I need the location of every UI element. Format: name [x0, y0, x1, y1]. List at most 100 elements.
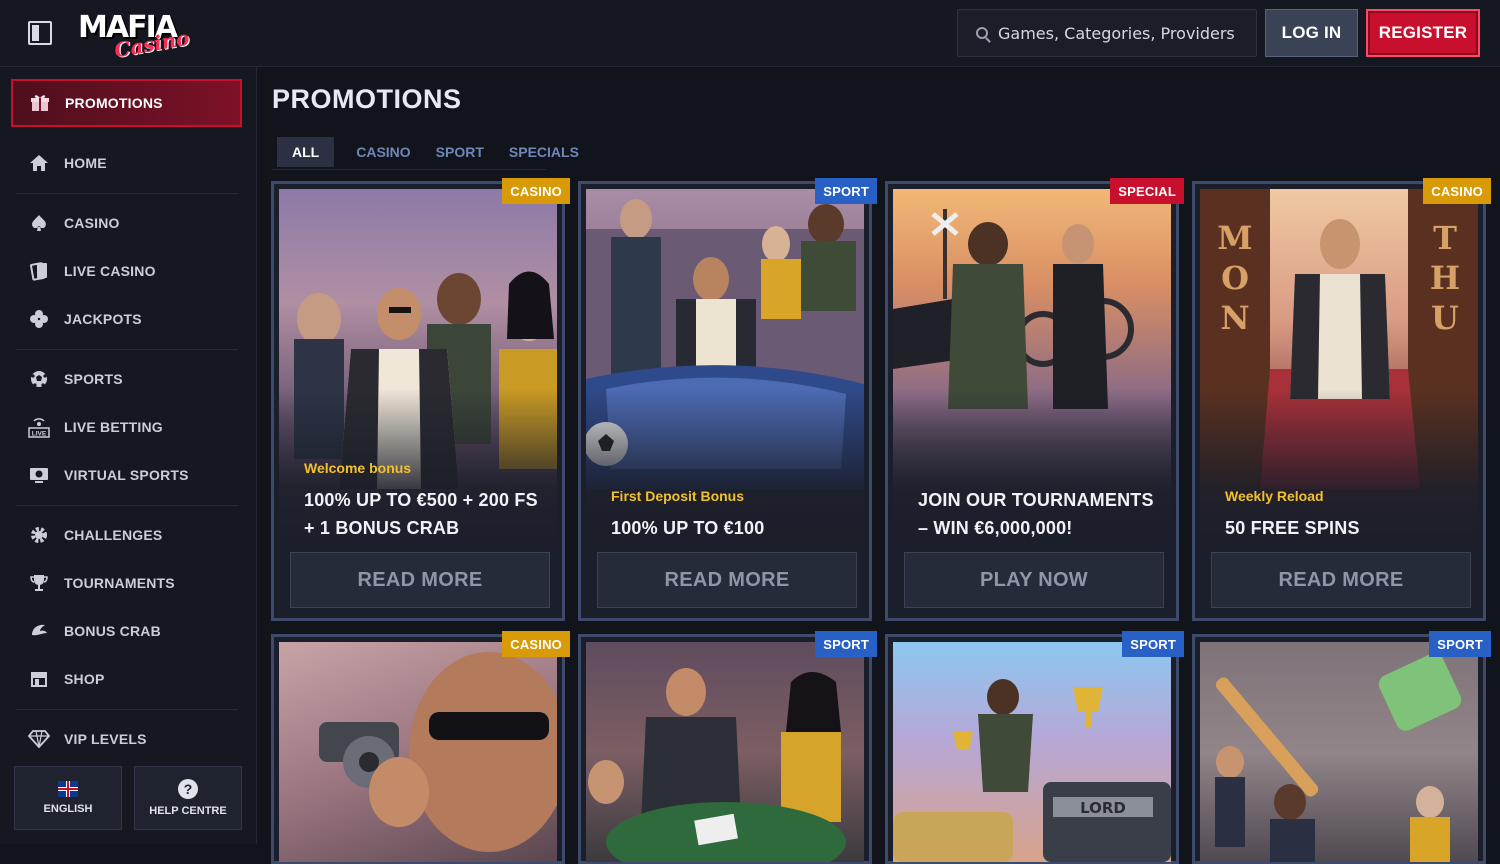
- promo-card[interactable]: M O N T H U CASINO Weekly Reload 50 FREE…: [1192, 178, 1491, 621]
- login-button[interactable]: LOG IN: [1265, 9, 1358, 57]
- sidebar-item-casino[interactable]: CASINO: [28, 211, 120, 235]
- promo-subtitle: Weekly Reload: [1225, 488, 1324, 504]
- promo-subtitle: First Deposit Bonus: [611, 488, 745, 504]
- shop-icon: [28, 668, 50, 690]
- promo-card[interactable]: CASINO Welcome bonus 100% UP TO €500 + 2…: [271, 178, 570, 621]
- football-icon: [28, 368, 50, 390]
- promo-headline: 50 FREE SPINS: [1225, 518, 1360, 538]
- promo-image: [586, 642, 864, 862]
- read-more-button[interactable]: READ MORE: [1211, 552, 1471, 608]
- promo-card[interactable]: CASINO: [271, 631, 570, 864]
- spade-icon: [28, 212, 50, 234]
- read-more-button[interactable]: READ MORE: [290, 552, 550, 608]
- promo-image: [279, 642, 557, 862]
- language-button[interactable]: ENGLISH: [14, 766, 122, 830]
- sidebar-item-promotions[interactable]: PROMOTIONS: [11, 79, 242, 127]
- promo-card[interactable]: LORD SPORT: [885, 631, 1184, 864]
- sidebar: PROMOTIONS HOME CASINO LIVE CASINO JACKP…: [0, 67, 257, 844]
- monitor-icon: [28, 464, 50, 486]
- register-button[interactable]: REGISTER: [1366, 9, 1480, 57]
- sidebar-item-tournaments[interactable]: TOURNAMENTS: [28, 571, 175, 595]
- tab-all[interactable]: ALL: [277, 137, 335, 167]
- sidebar-divider: [16, 709, 238, 710]
- help-icon: ?: [178, 779, 198, 799]
- tab-specials[interactable]: SPECIALS: [509, 137, 579, 167]
- promo-headline: 100% UP TO €100: [611, 518, 765, 538]
- promo-card[interactable]: SPORT First Deposit Bonus 100% UP TO €10…: [578, 178, 877, 621]
- svg-text:H: H: [1430, 259, 1460, 297]
- promotion-tabs: ALL CASINO SPORT SPECIALS: [272, 135, 579, 170]
- svg-text:U: U: [1431, 299, 1459, 337]
- sidebar-item-label: CHALLENGES: [64, 527, 163, 543]
- home-icon: [28, 152, 50, 174]
- category-tag: SPORT: [1122, 631, 1184, 657]
- top-bar: MAFIA Casino LOG IN REGISTER: [0, 0, 1500, 67]
- sidebar-item-label: PROMOTIONS: [65, 95, 163, 111]
- sidebar-item-label: CASINO: [64, 215, 120, 231]
- sidebar-item-virtual-sports[interactable]: VIRTUAL SPORTS: [28, 463, 189, 487]
- search-box[interactable]: [957, 9, 1257, 57]
- language-label: ENGLISH: [43, 803, 93, 815]
- svg-text:T: T: [1433, 219, 1457, 257]
- sidebar-item-home[interactable]: HOME: [28, 151, 107, 175]
- sidebar-item-jackpots[interactable]: JACKPOTS: [28, 307, 142, 331]
- sidebar-item-label: JACKPOTS: [64, 311, 142, 327]
- page-title: PROMOTIONS: [272, 84, 462, 114]
- sidebar-item-label: VIP LEVELS: [64, 731, 147, 747]
- category-tag: CASINO: [502, 178, 570, 204]
- tab-casino[interactable]: CASINO: [356, 137, 410, 167]
- promo-card[interactable]: SPECIAL JOIN OUR TOURNAMENTS – WIN €6,00…: [885, 178, 1184, 621]
- sidebar-item-label: TOURNAMENTS: [64, 575, 175, 591]
- sidebar-item-challenges[interactable]: CHALLENGES: [28, 523, 162, 547]
- category-tag: SPORT: [815, 178, 877, 204]
- svg-text:LIVE: LIVE: [32, 431, 47, 438]
- svg-text:N: N: [1220, 299, 1249, 337]
- live-cards-icon: [28, 260, 50, 282]
- sidebar-item-live-casino[interactable]: LIVE CASINO: [28, 259, 156, 283]
- category-tag: SPECIAL: [1110, 178, 1184, 204]
- sidebar-item-label: BONUS CRAB: [64, 623, 161, 639]
- promo-card[interactable]: SPORT: [578, 631, 877, 864]
- promo-image: M O N T H U: [1200, 189, 1478, 569]
- gift-icon: [29, 92, 51, 114]
- help-centre-button[interactable]: ? HELP CENTRE: [134, 766, 242, 830]
- sidebar-item-live-betting[interactable]: LIVE LIVE BETTING: [28, 415, 163, 439]
- sidebar-item-shop[interactable]: SHOP: [28, 667, 104, 691]
- sidebar-divider: [16, 505, 238, 506]
- read-more-button[interactable]: READ MORE: [597, 552, 857, 608]
- category-tag: CASINO: [1423, 178, 1491, 204]
- live-broadcast-icon: LIVE: [28, 416, 50, 438]
- sidebar-item-label: LIVE BETTING: [64, 419, 163, 435]
- category-tag: SPORT: [815, 631, 877, 657]
- trophy-icon: [28, 572, 50, 594]
- sidebar-item-label: SPORTS: [64, 371, 123, 387]
- clover-icon: [28, 308, 50, 330]
- promo-subtitle: Welcome bonus: [304, 460, 412, 476]
- promo-headline: JOIN OUR TOURNAMENTS – WIN €6,000,000!: [918, 490, 1154, 538]
- sidebar-divider: [16, 193, 238, 194]
- svg-text:LORD: LORD: [1080, 799, 1126, 817]
- uk-flag-icon: [58, 781, 78, 797]
- search-input[interactable]: [998, 23, 1238, 43]
- diamond-icon: [28, 728, 50, 750]
- svg-text:M: M: [1217, 219, 1252, 257]
- play-now-button[interactable]: PLAY NOW: [904, 552, 1164, 608]
- site-logo[interactable]: MAFIA Casino: [78, 10, 191, 62]
- sidebar-divider: [16, 349, 238, 350]
- sidebar-item-vip-levels[interactable]: VIP LEVELS: [28, 727, 147, 751]
- tab-sport[interactable]: SPORT: [436, 137, 484, 167]
- category-tag: SPORT: [1429, 631, 1491, 657]
- search-icon: [976, 27, 988, 39]
- category-tag: CASINO: [502, 631, 570, 657]
- sidebar-item-label: LIVE CASINO: [64, 263, 156, 279]
- sidebar-item-label: SHOP: [64, 671, 105, 687]
- sidebar-item-bonus-crab[interactable]: BONUS CRAB: [28, 619, 161, 643]
- promo-card[interactable]: SPORT: [1192, 631, 1491, 864]
- sidebar-toggle-icon[interactable]: [28, 21, 52, 45]
- promo-image: [586, 189, 864, 569]
- promo-image: [1200, 642, 1478, 862]
- crab-icon: [28, 620, 50, 642]
- help-label: HELP CENTRE: [149, 805, 227, 817]
- sidebar-item-sports[interactable]: SPORTS: [28, 367, 123, 391]
- promo-image: LORD: [893, 642, 1171, 862]
